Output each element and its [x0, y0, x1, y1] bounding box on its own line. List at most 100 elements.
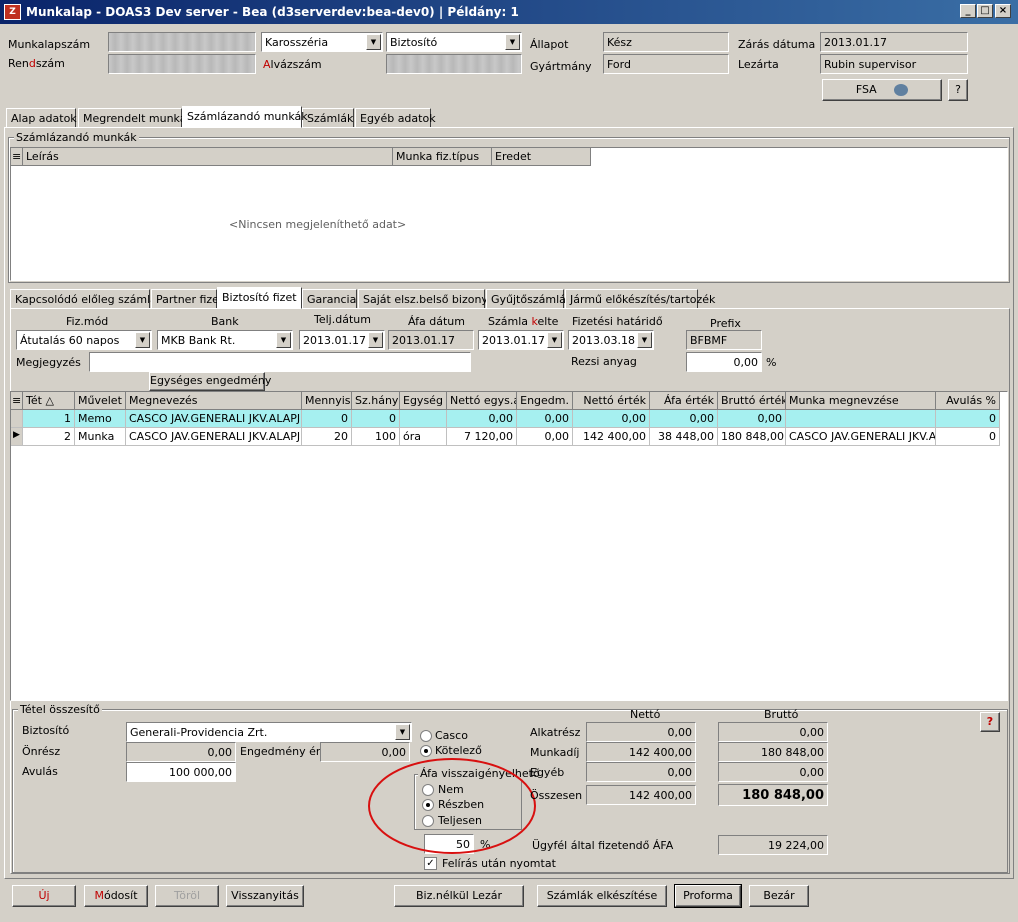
- fsa-button[interactable]: FSA: [822, 79, 942, 101]
- zaras-label: Zárás dátuma: [738, 38, 816, 51]
- fizetesi-hatarido-select[interactable]: 2013.03.18 ▼: [568, 330, 654, 350]
- rezsi-anyag-input[interactable]: 0,00: [686, 352, 762, 372]
- tab-sajat-elsz[interactable]: Saját elsz.belső bizonylat: [358, 289, 502, 309]
- col-netto-ertek[interactable]: Nettó érték: [573, 392, 650, 410]
- rezsi-anyag-label: Rezsi anyag: [571, 355, 637, 368]
- egyeb-netto: 0,00: [586, 762, 696, 782]
- sum-biztosito-label: Biztosító: [22, 724, 70, 737]
- tab-eloleg-szamlak[interactable]: Kapcsolódó előleg számlák: [10, 289, 163, 309]
- col-munka-megnevzese[interactable]: Munka megnevzése: [786, 392, 936, 410]
- casco-label: Casco: [435, 729, 468, 742]
- ugyfel-afa-field: 19 224,00: [718, 835, 828, 855]
- avulas-input[interactable]: 100 000,00: [126, 762, 236, 782]
- col-munka-fiz-tipus[interactable]: Munka fiz.típus: [393, 148, 492, 166]
- col-leiras[interactable]: Leírás: [23, 148, 393, 166]
- proforma-button[interactable]: Proforma: [674, 884, 742, 908]
- munkalapszam-label: Munkalapszám: [8, 38, 91, 51]
- maximize-button[interactable]: □: [977, 4, 993, 18]
- modosit-button[interactable]: Módosít: [84, 885, 148, 907]
- cell-avulas: 0: [936, 410, 1000, 428]
- title-bar[interactable]: Z Munkalap - DOAS3 Dev server - Bea (d3s…: [0, 0, 1018, 24]
- tab-egyeb-adatok[interactable]: Egyéb adatok: [355, 108, 436, 128]
- bank-select[interactable]: MKB Bank Rt. ▼: [157, 330, 293, 350]
- szamlazando-grid[interactable]: ≡ Leírás Munka fiz.típus Eredet <Nincsen…: [10, 147, 1008, 281]
- current-row-arrow-icon[interactable]: ▶: [11, 428, 23, 446]
- egyseges-engedmeny-button[interactable]: Egységes engedmény: [149, 372, 271, 391]
- telj-datum-select[interactable]: 2013.01.17 ▼: [299, 330, 385, 350]
- table-row[interactable]: ▶ 2 Munka CASCO JAV.GENERALI JKV.ALAPJ 2…: [11, 428, 1000, 446]
- table-row[interactable]: 1 Memo CASCO JAV.GENERALI JKV.ALAPJ 0 0 …: [11, 410, 1000, 428]
- chevron-down-icon: ▼: [505, 34, 520, 50]
- torol-button[interactable]: Töröl: [155, 885, 219, 907]
- rendszam-field: [108, 54, 256, 74]
- col-afa-ertek[interactable]: Áfa érték: [650, 392, 718, 410]
- tab-alap-adatok[interactable]: Alap adatok: [6, 108, 77, 128]
- uj-button[interactable]: Új: [12, 885, 76, 907]
- sum-biztosito-select[interactable]: Generali-Providencia Zrt. ▼: [126, 722, 412, 742]
- chevron-down-icon: ▼: [366, 34, 381, 50]
- casco-radio[interactable]: [420, 730, 432, 742]
- tab-partner-fizet[interactable]: Partner fizet: [151, 289, 223, 309]
- col-brutto-ertek[interactable]: Bruttó érték: [718, 392, 786, 410]
- megjegyzes-input[interactable]: [89, 352, 471, 372]
- help-button[interactable]: ?: [948, 79, 968, 101]
- fizmod-select[interactable]: Átutalás 60 napos ▼: [16, 330, 152, 350]
- items-grid[interactable]: ≡ Tét △ Művelet Megnevezés Mennyiség Sz.…: [10, 391, 1008, 701]
- avulas-label: Avulás: [22, 765, 58, 778]
- col-egyseg[interactable]: Egység: [400, 392, 447, 410]
- karosszeria-select[interactable]: Karosszéria ▼: [261, 32, 383, 52]
- lezarta-label: Lezárta: [738, 58, 779, 71]
- col-megnevezes[interactable]: Megnevezés: [126, 392, 302, 410]
- col-engedm[interactable]: Engedm.: [517, 392, 573, 410]
- szamla-kelte-select[interactable]: 2013.01.17 ▼: [478, 330, 564, 350]
- row-selector[interactable]: [11, 410, 23, 428]
- col-netto-egysar[interactable]: Nettó egys.ár: [447, 392, 517, 410]
- tab-garancia[interactable]: Garancia: [302, 289, 357, 309]
- felirat-checkbox[interactable]: ✓: [424, 857, 437, 870]
- fizmod-label: Fiz.mód: [66, 315, 109, 328]
- allapot-field: Kész: [603, 32, 729, 52]
- cell-brutto-ertek: 180 848,00: [718, 428, 786, 446]
- annotation-ellipse: [368, 758, 536, 854]
- tab-gyujtoszamlara[interactable]: Gyűjtőszámlára: [486, 289, 577, 309]
- grid-menu-icon[interactable]: ≡: [11, 392, 23, 410]
- rendszam-label: Rendszám: [8, 57, 65, 70]
- tab-megrendelt-munkak[interactable]: Megrendelt munkák: [78, 108, 193, 128]
- biz-nelkul-lezar-button[interactable]: Biz.nélkül Lezár: [394, 885, 524, 907]
- tab-szamlak[interactable]: Számlák: [302, 108, 354, 128]
- tab-biztosito-fizet[interactable]: Biztosító fizet: [217, 287, 302, 309]
- ugyfel-afa-label: Ügyfél által fizetendő ÁFA: [532, 839, 674, 852]
- grid-menu-icon[interactable]: ≡: [11, 148, 23, 166]
- col-mennyiseg[interactable]: Mennyiség: [302, 392, 352, 410]
- alvazszam-label: Alvázszám: [263, 58, 322, 71]
- col-avulas[interactable]: Avulás %: [936, 392, 1000, 410]
- allapot-label: Állapot: [530, 38, 569, 51]
- cell-avulas: 0: [936, 428, 1000, 446]
- col-muvelet[interactable]: Művelet: [75, 392, 126, 410]
- main-tabs: Alap adatok Megrendelt munkák Számlázand…: [6, 106, 1012, 128]
- munkalapszam-field: [108, 32, 256, 52]
- cell-mennyiseg: 0: [302, 410, 352, 428]
- visszanyitas-button[interactable]: Visszanyitás: [226, 885, 304, 907]
- munkadij-label: Munkadíj: [530, 746, 580, 759]
- cell-munka-megnevzese: [786, 410, 936, 428]
- telj-datum-label: Telj.dátum: [314, 313, 371, 326]
- col-eredet[interactable]: Eredet: [492, 148, 591, 166]
- cell-sz-hanyad: 100: [352, 428, 400, 446]
- zaras-field: 2013.01.17: [820, 32, 968, 52]
- minimize-button[interactable]: _: [960, 4, 976, 18]
- tab-szamlazando-munkak[interactable]: Számlázandó munkák: [182, 106, 308, 128]
- chevron-down-icon: ▼: [547, 332, 562, 348]
- chevron-down-icon: ▼: [368, 332, 383, 348]
- col-sz-hanyad[interactable]: Sz.hányad: [352, 392, 400, 410]
- bezar-button[interactable]: Bezár: [749, 885, 809, 907]
- cell-afa-ertek: 0,00: [650, 410, 718, 428]
- summary-help-button[interactable]: ?: [980, 712, 1000, 732]
- close-button[interactable]: ×: [995, 4, 1011, 18]
- szamlak-elkeszitese-button[interactable]: Számlák elkészítése: [537, 885, 667, 907]
- tab-jarmu-elokeszites[interactable]: Jármű előkészítés/tartozék: [565, 289, 715, 309]
- summary-title: Tétel összesítő: [18, 703, 102, 716]
- col-tet[interactable]: Tét △: [23, 392, 75, 410]
- biztosito-select[interactable]: Biztosító ▼: [386, 32, 522, 52]
- szamlazando-title: Számlázandó munkák: [14, 131, 139, 144]
